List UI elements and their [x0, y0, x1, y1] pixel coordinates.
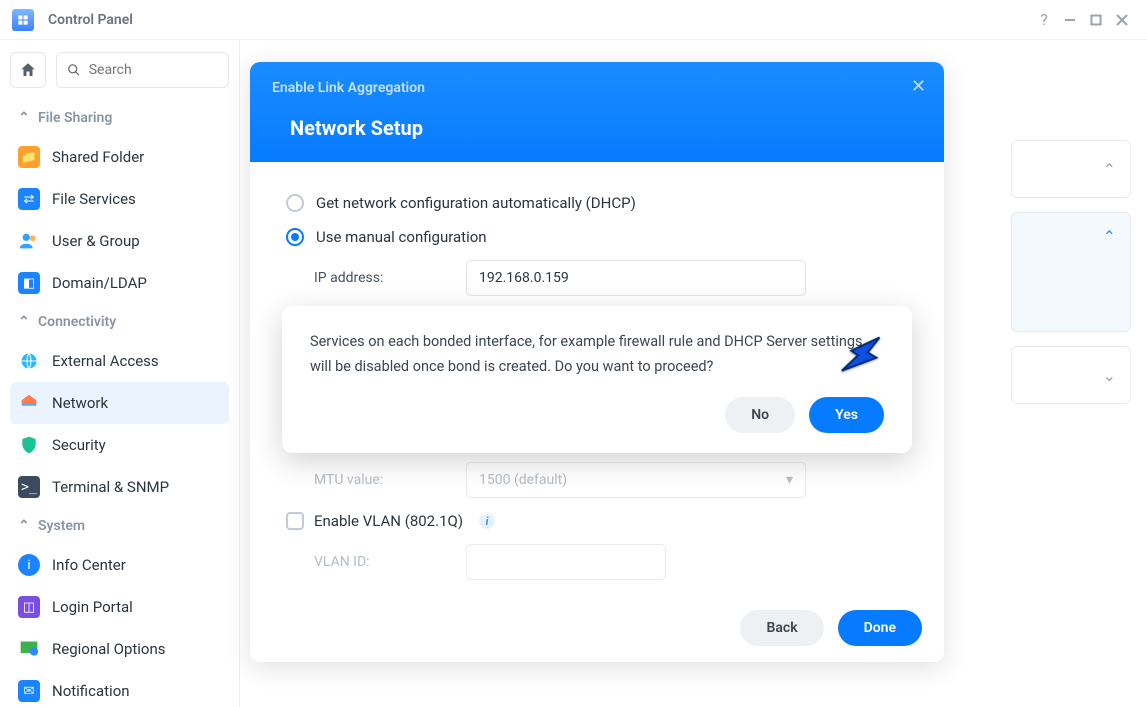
- sidebar-item-label: Domain/LDAP: [52, 274, 147, 292]
- confirm-dialog: Services on each bonded interface, for e…: [282, 306, 912, 453]
- vlan-checkbox-row[interactable]: Enable VLAN (802.1Q) i: [286, 504, 908, 538]
- back-button[interactable]: Back: [740, 610, 823, 646]
- network-icon: [18, 392, 40, 414]
- sidebar-item-label: Login Portal: [52, 598, 133, 616]
- search-input[interactable]: [89, 62, 218, 78]
- interface-panel[interactable]: ⌄: [1011, 346, 1131, 404]
- wizard-dialog: Enable Link Aggregation Network Setup ✕ …: [250, 62, 944, 662]
- wizard-breadcrumb: Enable Link Aggregation: [272, 80, 922, 96]
- no-button[interactable]: No: [725, 397, 795, 433]
- info-icon: i: [18, 554, 40, 576]
- checkbox-label: Enable VLAN (802.1Q): [314, 512, 463, 530]
- confirm-message: Services on each bonded interface, for e…: [310, 330, 884, 379]
- radio-label: Get network configuration automatically …: [316, 194, 636, 212]
- sidebar-item-label: File Services: [52, 190, 136, 208]
- sidebar-item-label: Security: [52, 436, 106, 454]
- search-input-wrap[interactable]: [56, 52, 229, 88]
- sidebar-item-shared-folder[interactable]: 📁 Shared Folder: [10, 136, 229, 178]
- sidebar-item-label: Info Center: [52, 556, 126, 574]
- folder-icon: 📁: [18, 146, 40, 168]
- sidebar-item-label: Notification: [52, 682, 130, 700]
- sidebar-item-login-portal[interactable]: ◫ Login Portal: [10, 586, 229, 628]
- home-button[interactable]: [10, 52, 46, 88]
- users-icon: [18, 230, 40, 252]
- close-icon[interactable]: [1109, 7, 1135, 33]
- vlan-id-input: [466, 544, 666, 580]
- sidebar-item-regional-options[interactable]: Regional Options: [10, 628, 229, 670]
- mtu-label: MTU value:: [314, 472, 446, 488]
- sidebar-item-label: Regional Options: [52, 640, 166, 658]
- yes-button[interactable]: Yes: [809, 397, 884, 433]
- done-button[interactable]: Done: [838, 610, 922, 646]
- help-icon[interactable]: ?: [1031, 7, 1057, 33]
- chevron-down-icon: ⌃: [1103, 160, 1116, 179]
- minimize-icon[interactable]: [1057, 7, 1083, 33]
- wizard-header: Enable Link Aggregation Network Setup ✕: [250, 62, 944, 162]
- sidebar: ⌃ File Sharing 📁 Shared Folder ⇄ File Se…: [0, 40, 240, 707]
- sidebar-item-user-group[interactable]: User & Group: [10, 220, 229, 262]
- app-icon: [12, 9, 34, 31]
- interface-panel[interactable]: ⌃: [1011, 140, 1131, 198]
- sidebar-item-notification[interactable]: ✉ Notification: [10, 670, 229, 707]
- section-label: File Sharing: [38, 110, 112, 126]
- sidebar-item-label: User & Group: [52, 232, 140, 250]
- mtu-placeholder: 1500 (default): [479, 472, 567, 488]
- section-label: Connectivity: [38, 314, 116, 330]
- file-services-icon: ⇄: [18, 188, 40, 210]
- sidebar-item-file-services[interactable]: ⇄ File Services: [10, 178, 229, 220]
- chevron-down-icon: ▾: [786, 472, 793, 488]
- content-area: General Network Interface Traffic Contro…: [240, 40, 1147, 707]
- terminal-icon: >_: [18, 476, 40, 498]
- radio-manual[interactable]: Use manual configuration: [286, 220, 908, 254]
- sidebar-item-terminal-snmp[interactable]: >_ Terminal & SNMP: [10, 466, 229, 508]
- sidebar-item-external-access[interactable]: External Access: [10, 340, 229, 382]
- wizard-footer: Back Done: [250, 594, 944, 662]
- vlan-id-label: VLAN ID:: [314, 554, 446, 570]
- sidebar-item-security[interactable]: Security: [10, 424, 229, 466]
- wizard-close-icon[interactable]: ✕: [911, 76, 926, 97]
- portal-icon: ◫: [18, 596, 40, 618]
- mtu-select: 1500 (default) ▾: [466, 462, 806, 498]
- section-connectivity[interactable]: ⌃ Connectivity: [10, 304, 229, 340]
- maximize-icon[interactable]: [1083, 7, 1109, 33]
- globe-icon: [18, 350, 40, 372]
- info-icon[interactable]: i: [479, 513, 495, 529]
- window-title: Control Panel: [48, 12, 133, 28]
- ip-address-input[interactable]: [466, 260, 806, 296]
- sidebar-item-info-center[interactable]: i Info Center: [10, 544, 229, 586]
- interface-panels: ⌃ ⌃ ⌄: [1011, 140, 1131, 418]
- wizard-title: Network Setup: [290, 116, 922, 140]
- chevron-up-icon: ⌃: [1103, 227, 1116, 246]
- chevron-up-icon: ⌃: [18, 518, 30, 534]
- radio-icon-selected: [286, 228, 304, 246]
- chevron-up-icon: ⌃: [18, 110, 30, 126]
- sidebar-item-label: External Access: [52, 352, 159, 370]
- section-system[interactable]: ⌃ System: [10, 508, 229, 544]
- sidebar-item-label: Terminal & SNMP: [52, 478, 169, 496]
- radio-label: Use manual configuration: [316, 228, 487, 246]
- notification-icon: ✉: [18, 680, 40, 702]
- radio-icon: [286, 194, 304, 212]
- radio-dhcp[interactable]: Get network configuration automatically …: [286, 186, 908, 220]
- domain-icon: ◧: [18, 272, 40, 294]
- titlebar: Control Panel ?: [0, 0, 1147, 40]
- sidebar-item-label: Network: [52, 394, 108, 412]
- section-label: System: [38, 518, 85, 534]
- ip-address-label: IP address:: [314, 270, 446, 286]
- search-icon: [67, 62, 81, 78]
- shield-icon: [18, 434, 40, 456]
- chevron-down-icon: ⌄: [1103, 366, 1116, 385]
- sidebar-item-network[interactable]: Network: [10, 382, 229, 424]
- checkbox-icon: [286, 512, 304, 530]
- chevron-up-icon: ⌃: [18, 314, 30, 330]
- section-file-sharing[interactable]: ⌃ File Sharing: [10, 100, 229, 136]
- sidebar-item-label: Shared Folder: [52, 148, 144, 166]
- interface-panel-open[interactable]: ⌃: [1011, 212, 1131, 332]
- sidebar-item-domain-ldap[interactable]: ◧ Domain/LDAP: [10, 262, 229, 304]
- regional-icon: [18, 638, 40, 660]
